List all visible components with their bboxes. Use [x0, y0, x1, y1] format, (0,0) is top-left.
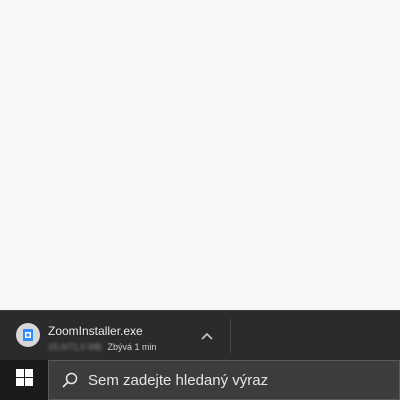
- download-status: 15,0/71,0 MB Zbývá 1 min: [48, 342, 157, 352]
- download-item[interactable]: ZoomInstaller.exe 15,0/71,0 MB Zbývá 1 m…: [0, 311, 232, 360]
- installer-file-icon: [16, 323, 40, 347]
- taskbar: Sem zadejte hledaný výraz: [0, 360, 400, 400]
- chevron-up-icon[interactable]: [196, 325, 218, 347]
- browser-page-content: [0, 0, 400, 310]
- download-bar-divider: [230, 319, 231, 353]
- download-file-name: ZoomInstaller.exe: [48, 324, 143, 338]
- windows-logo-icon: [15, 369, 33, 391]
- search-placeholder: Sem zadejte hledaný výraz: [88, 372, 269, 389]
- download-time-remaining: Zbývá 1 min: [107, 342, 157, 352]
- start-button[interactable]: [0, 360, 48, 400]
- download-size-progress: 15,0/71,0 MB: [48, 342, 102, 352]
- search-icon: [61, 371, 79, 389]
- taskbar-search-box[interactable]: Sem zadejte hledaný výraz: [48, 360, 400, 400]
- download-bar: ZoomInstaller.exe 15,0/71,0 MB Zbývá 1 m…: [0, 310, 400, 360]
